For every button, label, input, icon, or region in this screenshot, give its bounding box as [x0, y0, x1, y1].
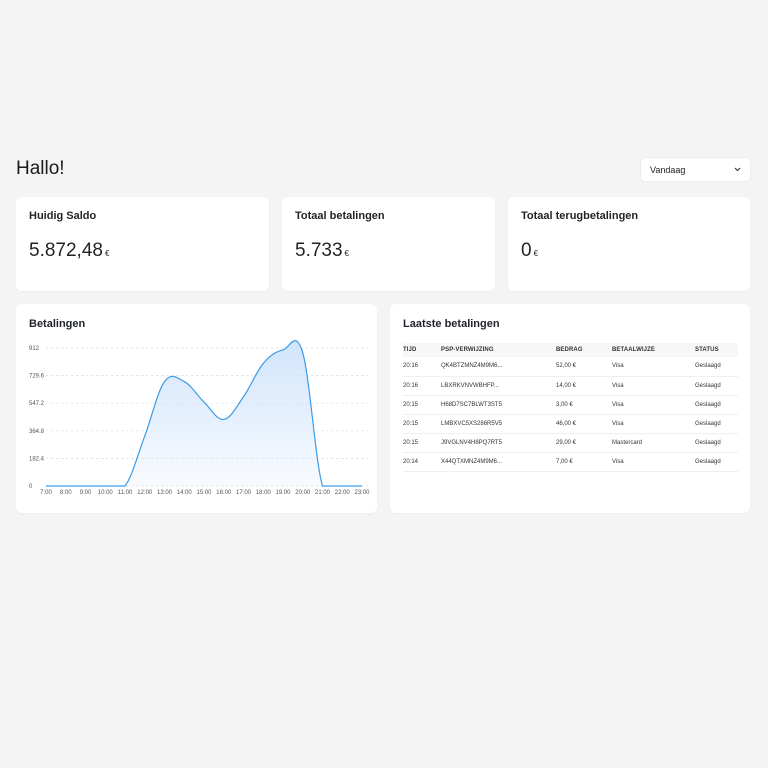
- y-tick-label: 729.6: [29, 374, 45, 380]
- x-tick-label: 21:00: [315, 490, 331, 496]
- x-tick-label: 8:00: [60, 490, 72, 496]
- column-header[interactable]: TIJD: [403, 343, 441, 357]
- table-header-row: TIJD PSP-VERWIJZING BEDRAG BETAALWIJZE S…: [403, 343, 738, 357]
- x-tick-label: 17:00: [236, 490, 252, 496]
- y-tick-label: 364.8: [29, 429, 45, 435]
- x-tick-label: 19:00: [275, 490, 291, 496]
- latest-payments-panel: Laatste betalingen TIJD PSP-VERWIJZING B…: [390, 304, 750, 513]
- stat-amount: 5.733: [295, 240, 343, 261]
- table-row[interactable]: 20:16 LBXRKVNVWBHFP... 14,00 € Visa Gesl…: [403, 376, 738, 396]
- stat-card-refunds: Totaal terugbetalingen 0 €: [508, 197, 750, 291]
- x-tick-label: 23:00: [354, 490, 370, 496]
- x-tick-label: 13:00: [157, 490, 173, 496]
- stat-card-balance: Huidig Saldo 5.872,48 €: [16, 197, 269, 291]
- y-tick-label: 0: [29, 484, 33, 490]
- cell-time: 20:16: [403, 357, 441, 377]
- cell-psp-reference: J9VGLNV4H8PQ7RT5: [441, 433, 556, 453]
- cell-status: Geslaagd: [695, 395, 738, 415]
- cell-psp-reference: LMBXVC5XS286R5V5: [441, 414, 556, 434]
- cell-time: 20:16: [403, 376, 441, 396]
- column-header[interactable]: BEDRAG: [556, 343, 612, 357]
- page-title: Hallo!: [16, 158, 65, 179]
- cell-time: 20:15: [403, 414, 441, 434]
- cell-status: Geslaagd: [695, 357, 738, 377]
- cell-method: Mastercard: [612, 433, 695, 453]
- stat-value: 0 €: [521, 240, 538, 262]
- cell-psp-reference: X44QTXMNZ4M9M6...: [441, 452, 556, 472]
- x-tick-label: 14:00: [177, 490, 193, 496]
- cell-status: Geslaagd: [695, 433, 738, 453]
- currency-symbol: €: [344, 249, 349, 258]
- table-row[interactable]: 20:15 H68D7SC7BLWT3ST5 3,00 € Visa Gesla…: [403, 395, 738, 415]
- x-tick-label: 22:00: [335, 490, 351, 496]
- cell-time: 20:15: [403, 395, 441, 415]
- x-tick-label: 15:00: [196, 490, 212, 496]
- x-tick-label: 9:00: [80, 490, 92, 496]
- chevron-down-icon: [734, 165, 741, 174]
- stat-value: 5.733 €: [295, 240, 349, 262]
- y-tick-label: 547.2: [29, 401, 45, 407]
- table-row[interactable]: 20:16 QK4BTZMNZ4M9M6... 52,00 € Visa Ges…: [403, 357, 738, 377]
- x-tick-label: 16:00: [216, 490, 232, 496]
- currency-symbol: €: [533, 249, 539, 258]
- stat-title: Totaal terugbetalingen: [521, 210, 639, 222]
- stat-value: 5.872,48 €: [29, 240, 109, 262]
- cell-status: Geslaagd: [695, 376, 738, 396]
- x-tick-label: 18:00: [256, 490, 272, 496]
- period-select[interactable]: Vandaag: [641, 158, 750, 181]
- column-header[interactable]: PSP-VERWIJZING: [441, 343, 556, 357]
- cell-status: Geslaagd: [695, 452, 738, 472]
- payments-table: TIJD PSP-VERWIJZING BEDRAG BETAALWIJZE S…: [403, 343, 738, 472]
- x-tick-label: 7:00: [40, 490, 52, 496]
- cell-method: Visa: [612, 414, 695, 434]
- stat-amount: 0: [521, 240, 532, 261]
- payments-chart: 912 729.6 547.2 364.8 182.4 0 7:00 8:00 9:00 10:0…: [29, 340, 370, 496]
- stat-amount: 5.872,48: [29, 240, 103, 261]
- cell-amount: 3,00 €: [556, 395, 612, 415]
- table-title: Laatste betalingen: [403, 318, 500, 330]
- cell-time: 20:14: [403, 452, 441, 472]
- cell-time: 20:15: [403, 433, 441, 453]
- cell-method: Visa: [612, 395, 695, 415]
- cell-amount: 7,00 €: [556, 452, 612, 472]
- cell-psp-reference: H68D7SC7BLWT3ST5: [441, 395, 556, 415]
- table-row[interactable]: 20:15 LMBXVC5XS286R5V5 46,00 € Visa Gesl…: [403, 414, 738, 434]
- y-tick-label: 182.4: [29, 456, 45, 462]
- y-tick-label: 912: [29, 346, 40, 352]
- stat-title: Huidig Saldo: [29, 210, 97, 222]
- cell-amount: 52,00 €: [556, 357, 612, 377]
- x-tick-label: 10:00: [98, 490, 114, 496]
- table-row[interactable]: 20:14 X44QTXMNZ4M9M6... 7,00 € Visa Gesl…: [403, 452, 738, 472]
- column-header[interactable]: STATUS: [695, 343, 738, 357]
- cell-method: Visa: [612, 357, 695, 377]
- series-area: [46, 340, 362, 486]
- x-tick-label: 11:00: [118, 490, 133, 496]
- cell-amount: 46,00 €: [556, 414, 612, 434]
- x-tick-label: 12:00: [137, 490, 153, 496]
- stat-title: Totaal betalingen: [295, 210, 385, 222]
- cell-method: Visa: [612, 376, 695, 396]
- currency-symbol: €: [104, 249, 110, 258]
- cell-amount: 29,00 €: [556, 433, 612, 453]
- cell-psp-reference: LBXRKVNVWBHFP...: [441, 376, 556, 396]
- table-row[interactable]: 20:15 J9VGLNV4H8PQ7RT5 29,00 € Mastercar…: [403, 433, 738, 453]
- cell-status: Geslaagd: [695, 414, 738, 434]
- x-tick-label: 20:00: [295, 490, 311, 496]
- cell-psp-reference: QK4BTZMNZ4M9M6...: [441, 357, 556, 377]
- column-header[interactable]: BETAALWIJZE: [612, 343, 695, 357]
- period-select-value: Vandaag: [650, 164, 686, 175]
- stat-card-payments: Totaal betalingen 5.733 €: [282, 197, 495, 291]
- cell-method: Visa: [612, 452, 695, 472]
- cell-amount: 14,00 €: [556, 376, 612, 396]
- payments-chart-panel: Betalingen 912 729.6 547.2 364.8 182.4 0 7:00 8…: [16, 304, 377, 513]
